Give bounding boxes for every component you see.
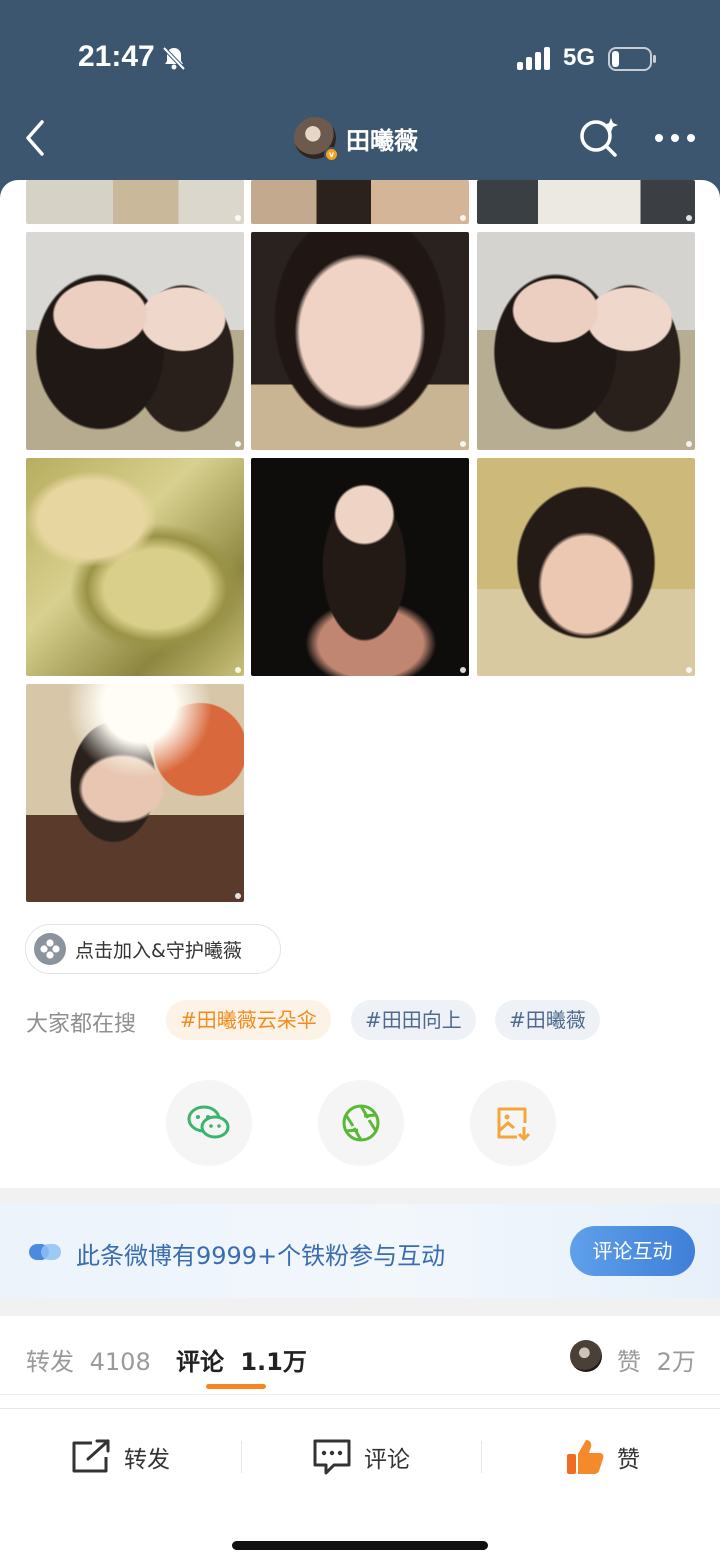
separator: [481, 1441, 482, 1473]
status-time: 21:47: [78, 40, 155, 73]
tab-comment-count: 1.1万: [240, 1348, 307, 1376]
avatar[interactable]: v: [294, 117, 339, 162]
hot-tag[interactable]: #田曦薇云朵伞: [166, 1000, 331, 1040]
repost-label: 转发: [124, 1447, 170, 1473]
top-header: 21:47 5G v 田曦薇: [0, 0, 720, 200]
tab-repost-label: 转发: [26, 1348, 74, 1376]
verified-badge-icon: v: [324, 147, 339, 162]
photo-thumbnail[interactable]: [477, 458, 695, 676]
page-title: 田曦薇: [346, 126, 418, 155]
network-type: 5G: [563, 44, 596, 71]
fan-badge-icon: [29, 1244, 61, 1260]
save-image-icon: [497, 1107, 531, 1142]
active-tab-indicator: [206, 1384, 266, 1389]
fan-interaction-banner[interactable]: 此条微博有9999+个铁粉参与互动 评论互动: [0, 1204, 720, 1298]
section-divider: [0, 1298, 720, 1316]
back-icon[interactable]: [18, 118, 54, 158]
tab-like[interactable]: 赞 2万: [617, 1342, 696, 1377]
thumbs-up-icon: [567, 1440, 604, 1474]
section-divider: [0, 1188, 720, 1204]
divider: [0, 1394, 720, 1395]
photo-thumbnail[interactable]: [251, 180, 469, 224]
join-fan-group-button[interactable]: 点击加入&守护曦薇: [25, 924, 281, 974]
post-card: 点击加入&守护曦薇 大家都在搜 #田曦薇云朵伞 #田田向上 #田曦薇: [0, 180, 720, 1190]
hot-tag[interactable]: #田曦薇: [495, 1000, 600, 1040]
bell-muted-icon: [162, 46, 186, 71]
share-moments-button[interactable]: [318, 1080, 404, 1166]
hot-tag[interactable]: #田田向上: [351, 1000, 476, 1040]
battery-icon: [608, 47, 656, 71]
photo-thumbnail[interactable]: [26, 684, 244, 902]
tab-like-count: 2万: [656, 1348, 696, 1376]
repost-button[interactable]: 转发: [70, 1409, 170, 1505]
photo-thumbnail[interactable]: [26, 232, 244, 450]
comment-interact-button[interactable]: 评论互动: [570, 1226, 695, 1276]
tab-repost-count: 4108: [89, 1348, 151, 1376]
comment-label: 评论: [364, 1447, 410, 1473]
tab-comment-label: 评论: [176, 1348, 224, 1376]
wechat-icon: [187, 1105, 230, 1139]
signal-icon: [517, 47, 550, 70]
comment-icon: [313, 1439, 351, 1475]
photo-thumbnail[interactable]: [26, 180, 244, 224]
photo-thumbnail[interactable]: [251, 232, 469, 450]
comment-button[interactable]: 评论: [312, 1409, 410, 1505]
tab-like-label: 赞: [617, 1348, 641, 1376]
photo-thumbnail[interactable]: [251, 458, 469, 676]
hot-search-label: 大家都在搜: [26, 1012, 137, 1037]
home-indicator[interactable]: [232, 1541, 488, 1550]
separator: [241, 1441, 242, 1473]
bottom-action-bar: 转发 评论 赞: [0, 1408, 720, 1504]
flower-icon: [34, 933, 66, 965]
more-icon[interactable]: [653, 128, 697, 148]
save-image-button[interactable]: [470, 1080, 556, 1166]
share-wechat-button[interactable]: [166, 1080, 252, 1166]
like-button[interactable]: 赞: [565, 1409, 640, 1505]
repost-icon: [72, 1439, 110, 1473]
tab-repost[interactable]: 转发 4108: [26, 1342, 151, 1377]
tab-comment[interactable]: 评论 1.1万: [176, 1342, 307, 1377]
photo-thumbnail[interactable]: [477, 180, 695, 224]
profile-title[interactable]: v 田曦薇: [294, 116, 418, 162]
liker-avatar: [570, 1340, 602, 1372]
banner-text: 此条微博有9999+个铁粉参与互动: [76, 1242, 446, 1270]
search-icon[interactable]: [578, 116, 620, 158]
moments-icon: [342, 1104, 380, 1142]
join-label: 点击加入&守护曦薇: [75, 939, 242, 962]
like-label: 赞: [617, 1447, 640, 1473]
photo-thumbnail[interactable]: [26, 458, 244, 676]
photo-thumbnail[interactable]: [477, 232, 695, 450]
